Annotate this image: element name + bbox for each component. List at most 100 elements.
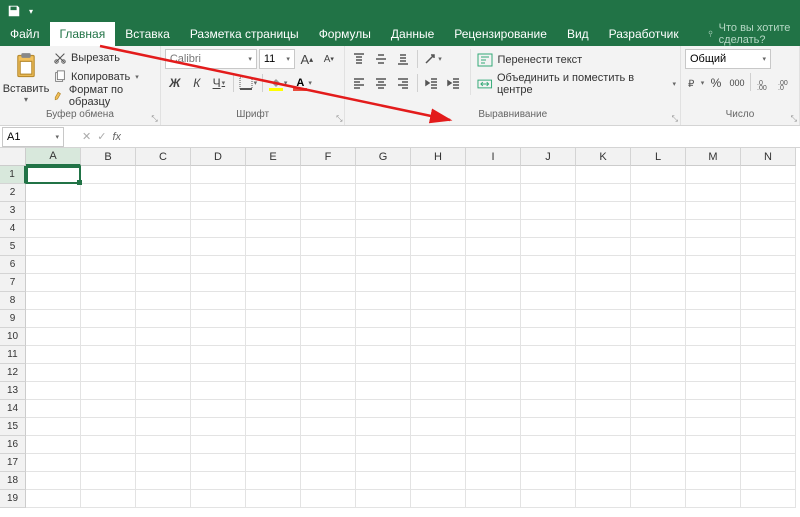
cell[interactable] [466, 346, 521, 364]
column-header[interactable]: I [466, 148, 521, 166]
cell[interactable] [301, 382, 356, 400]
tab-file[interactable]: Файл [0, 22, 50, 46]
cell[interactable] [136, 472, 191, 490]
cell[interactable] [576, 310, 631, 328]
cell[interactable] [631, 256, 686, 274]
cell[interactable] [741, 472, 796, 490]
cell[interactable] [246, 454, 301, 472]
cell[interactable] [191, 364, 246, 382]
cell[interactable] [81, 346, 136, 364]
cell[interactable] [741, 454, 796, 472]
cell[interactable] [631, 184, 686, 202]
font-name-combo[interactable]: Calibri▾ [165, 49, 257, 69]
cell[interactable] [26, 184, 81, 202]
row-header[interactable]: 10 [0, 328, 26, 346]
row-header[interactable]: 8 [0, 292, 26, 310]
cell[interactable] [136, 364, 191, 382]
row-header[interactable]: 13 [0, 382, 26, 400]
font-name-dropdown-icon[interactable]: ▾ [248, 55, 252, 63]
align-right-button[interactable] [393, 73, 413, 93]
cell[interactable] [466, 382, 521, 400]
column-header[interactable]: E [246, 148, 301, 166]
cell[interactable] [191, 436, 246, 454]
tab-data[interactable]: Данные [381, 22, 444, 46]
align-left-button[interactable] [349, 73, 369, 93]
cell[interactable] [191, 166, 246, 184]
cell[interactable] [576, 184, 631, 202]
cell[interactable] [26, 346, 81, 364]
cell[interactable] [411, 256, 466, 274]
cell[interactable] [136, 166, 191, 184]
column-header[interactable]: N [741, 148, 796, 166]
increase-decimal-button[interactable]: .0.00 [754, 73, 774, 93]
cell[interactable] [81, 238, 136, 256]
font-color-button[interactable]: A▾ [291, 73, 314, 93]
column-header[interactable]: D [191, 148, 246, 166]
cell[interactable] [686, 274, 741, 292]
cell[interactable] [521, 364, 576, 382]
cell[interactable] [246, 400, 301, 418]
increase-font-button[interactable]: A▴ [297, 49, 317, 69]
cell[interactable] [631, 346, 686, 364]
cell[interactable] [356, 418, 411, 436]
cell[interactable] [81, 256, 136, 274]
column-header[interactable]: J [521, 148, 576, 166]
cell[interactable] [466, 220, 521, 238]
cell[interactable] [686, 490, 741, 508]
fill-color-button[interactable]: ▾ [267, 73, 290, 93]
cell[interactable] [301, 346, 356, 364]
cell[interactable] [136, 184, 191, 202]
cell[interactable] [631, 418, 686, 436]
cell[interactable] [686, 418, 741, 436]
cell[interactable] [521, 274, 576, 292]
cell[interactable] [686, 256, 741, 274]
cell[interactable] [686, 166, 741, 184]
cell[interactable] [356, 202, 411, 220]
cell[interactable] [26, 166, 81, 184]
cell[interactable] [301, 184, 356, 202]
row-header[interactable]: 16 [0, 436, 26, 454]
cell[interactable] [411, 310, 466, 328]
cell[interactable] [356, 274, 411, 292]
row-header[interactable]: 19 [0, 490, 26, 508]
cell[interactable] [81, 274, 136, 292]
font-size-combo[interactable]: 11▾ [259, 49, 295, 69]
merge-center-button[interactable]: Объединить и поместить в центре ▾ [477, 73, 676, 95]
cell[interactable] [191, 220, 246, 238]
column-header[interactable]: A [26, 148, 81, 166]
copy-dropdown-icon[interactable]: ▾ [135, 73, 139, 81]
orientation-button[interactable]: ▾ [422, 49, 442, 69]
cell[interactable] [136, 454, 191, 472]
cell[interactable] [246, 346, 301, 364]
cell[interactable] [576, 364, 631, 382]
cell[interactable] [81, 436, 136, 454]
cell[interactable] [741, 202, 796, 220]
underline-dropdown-icon[interactable]: ▾ [222, 79, 226, 87]
cell[interactable] [26, 454, 81, 472]
cell[interactable] [631, 166, 686, 184]
cell[interactable] [521, 166, 576, 184]
cell[interactable] [301, 238, 356, 256]
cell[interactable] [686, 436, 741, 454]
cell[interactable] [466, 472, 521, 490]
cell[interactable] [741, 364, 796, 382]
font-color-dropdown-icon[interactable]: ▾ [308, 79, 312, 87]
borders-button[interactable]: ▾ [238, 73, 258, 93]
cell[interactable] [521, 310, 576, 328]
cell[interactable] [466, 256, 521, 274]
cell[interactable] [136, 310, 191, 328]
cell[interactable] [136, 436, 191, 454]
cell[interactable] [136, 256, 191, 274]
cell[interactable] [576, 490, 631, 508]
cell[interactable] [466, 364, 521, 382]
name-box[interactable]: A1▾ [2, 127, 64, 147]
cell[interactable] [81, 490, 136, 508]
align-bottom-button[interactable] [393, 49, 413, 69]
cell[interactable] [686, 328, 741, 346]
cell[interactable] [246, 436, 301, 454]
borders-dropdown-icon[interactable]: ▾ [254, 79, 258, 87]
cell[interactable] [26, 400, 81, 418]
cell[interactable] [301, 472, 356, 490]
row-header[interactable]: 5 [0, 238, 26, 256]
cell[interactable] [411, 292, 466, 310]
